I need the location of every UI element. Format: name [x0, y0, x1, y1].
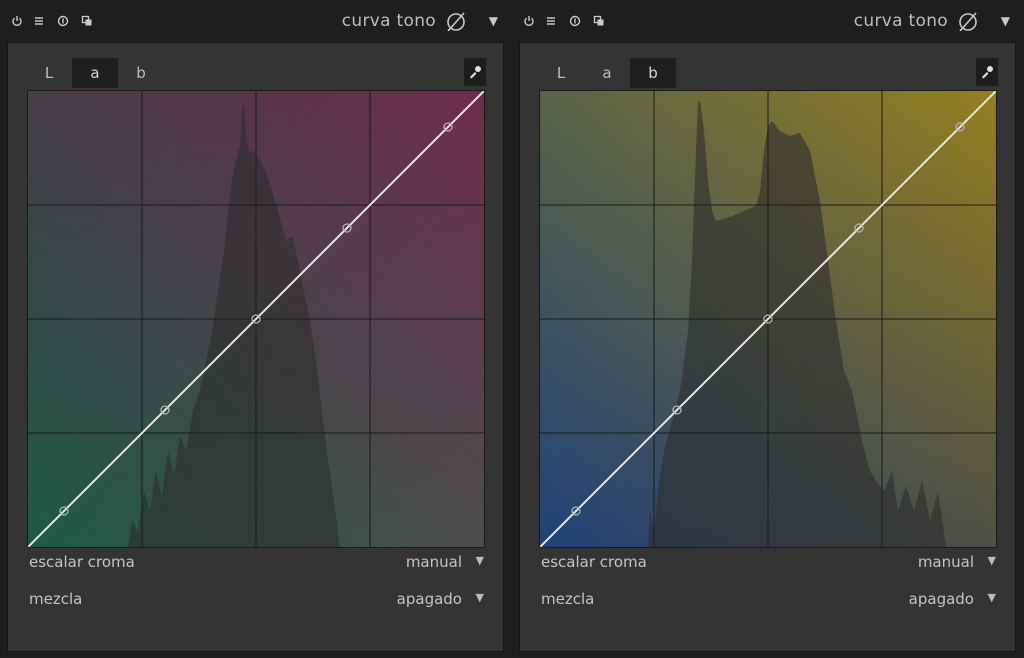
tone-curve-canvas[interactable] [540, 91, 996, 547]
power-icon[interactable] [522, 14, 536, 28]
module-title: curva tono [853, 11, 948, 31]
tone-curve-graph[interactable] [539, 90, 997, 548]
presets-menu-icon[interactable] [32, 14, 46, 28]
duplicate-instance-icon[interactable] [592, 14, 606, 28]
blend-label: mezcla [29, 590, 83, 608]
tab-L[interactable]: L [26, 58, 72, 88]
reset-icon[interactable] [56, 14, 70, 28]
tab-a[interactable]: a [72, 58, 118, 88]
blend-label: mezcla [541, 590, 595, 608]
color-picker-icon[interactable] [464, 58, 486, 86]
blend-row[interactable]: mezcla apagado ▼ [29, 590, 484, 610]
module-panel: L a b escalar croma manual ▼ mezcla apag… [7, 42, 504, 652]
chroma-scale-value[interactable]: manual [406, 553, 462, 571]
tone-curve-module-b: curva tono ▼ L a b escalar croma manual … [512, 0, 1024, 658]
chroma-scale-value[interactable]: manual [918, 553, 974, 571]
tab-L[interactable]: L [538, 58, 584, 88]
chroma-scale-row[interactable]: escalar croma manual ▼ [29, 553, 484, 573]
chevron-down-icon[interactable]: ▼ [476, 554, 484, 567]
module-header: curva tono ▼ [512, 0, 1024, 42]
module-menu-arrow-icon[interactable]: ▼ [489, 14, 498, 28]
blend-row[interactable]: mezcla apagado ▼ [541, 590, 996, 610]
tone-curve-graph[interactable] [27, 90, 485, 548]
tone-curve-module-a: curva tono ▼ L a b escalar croma manual … [0, 0, 512, 658]
module-title: curva tono [341, 11, 436, 31]
module-panel: L a b escalar croma manual ▼ mezcla apag… [519, 42, 1016, 652]
reset-icon[interactable] [568, 14, 582, 28]
chevron-down-icon[interactable]: ▼ [988, 554, 996, 567]
tab-b[interactable]: b [630, 58, 676, 88]
tab-a[interactable]: a [584, 58, 630, 88]
blend-mode-icon[interactable] [956, 10, 980, 34]
blend-value[interactable]: apagado [397, 590, 462, 608]
tone-curve-canvas[interactable] [28, 91, 484, 547]
chroma-scale-row[interactable]: escalar croma manual ▼ [541, 553, 996, 573]
chroma-scale-label: escalar croma [541, 553, 647, 571]
chroma-scale-label: escalar croma [29, 553, 135, 571]
power-icon[interactable] [10, 14, 24, 28]
chevron-down-icon[interactable]: ▼ [988, 591, 996, 604]
color-picker-icon[interactable] [976, 58, 998, 86]
duplicate-instance-icon[interactable] [80, 14, 94, 28]
blend-value[interactable]: apagado [909, 590, 974, 608]
blend-mode-icon[interactable] [444, 10, 468, 34]
module-menu-arrow-icon[interactable]: ▼ [1001, 14, 1010, 28]
chevron-down-icon[interactable]: ▼ [476, 591, 484, 604]
tab-b[interactable]: b [118, 58, 164, 88]
module-header: curva tono ▼ [0, 0, 512, 42]
presets-menu-icon[interactable] [544, 14, 558, 28]
